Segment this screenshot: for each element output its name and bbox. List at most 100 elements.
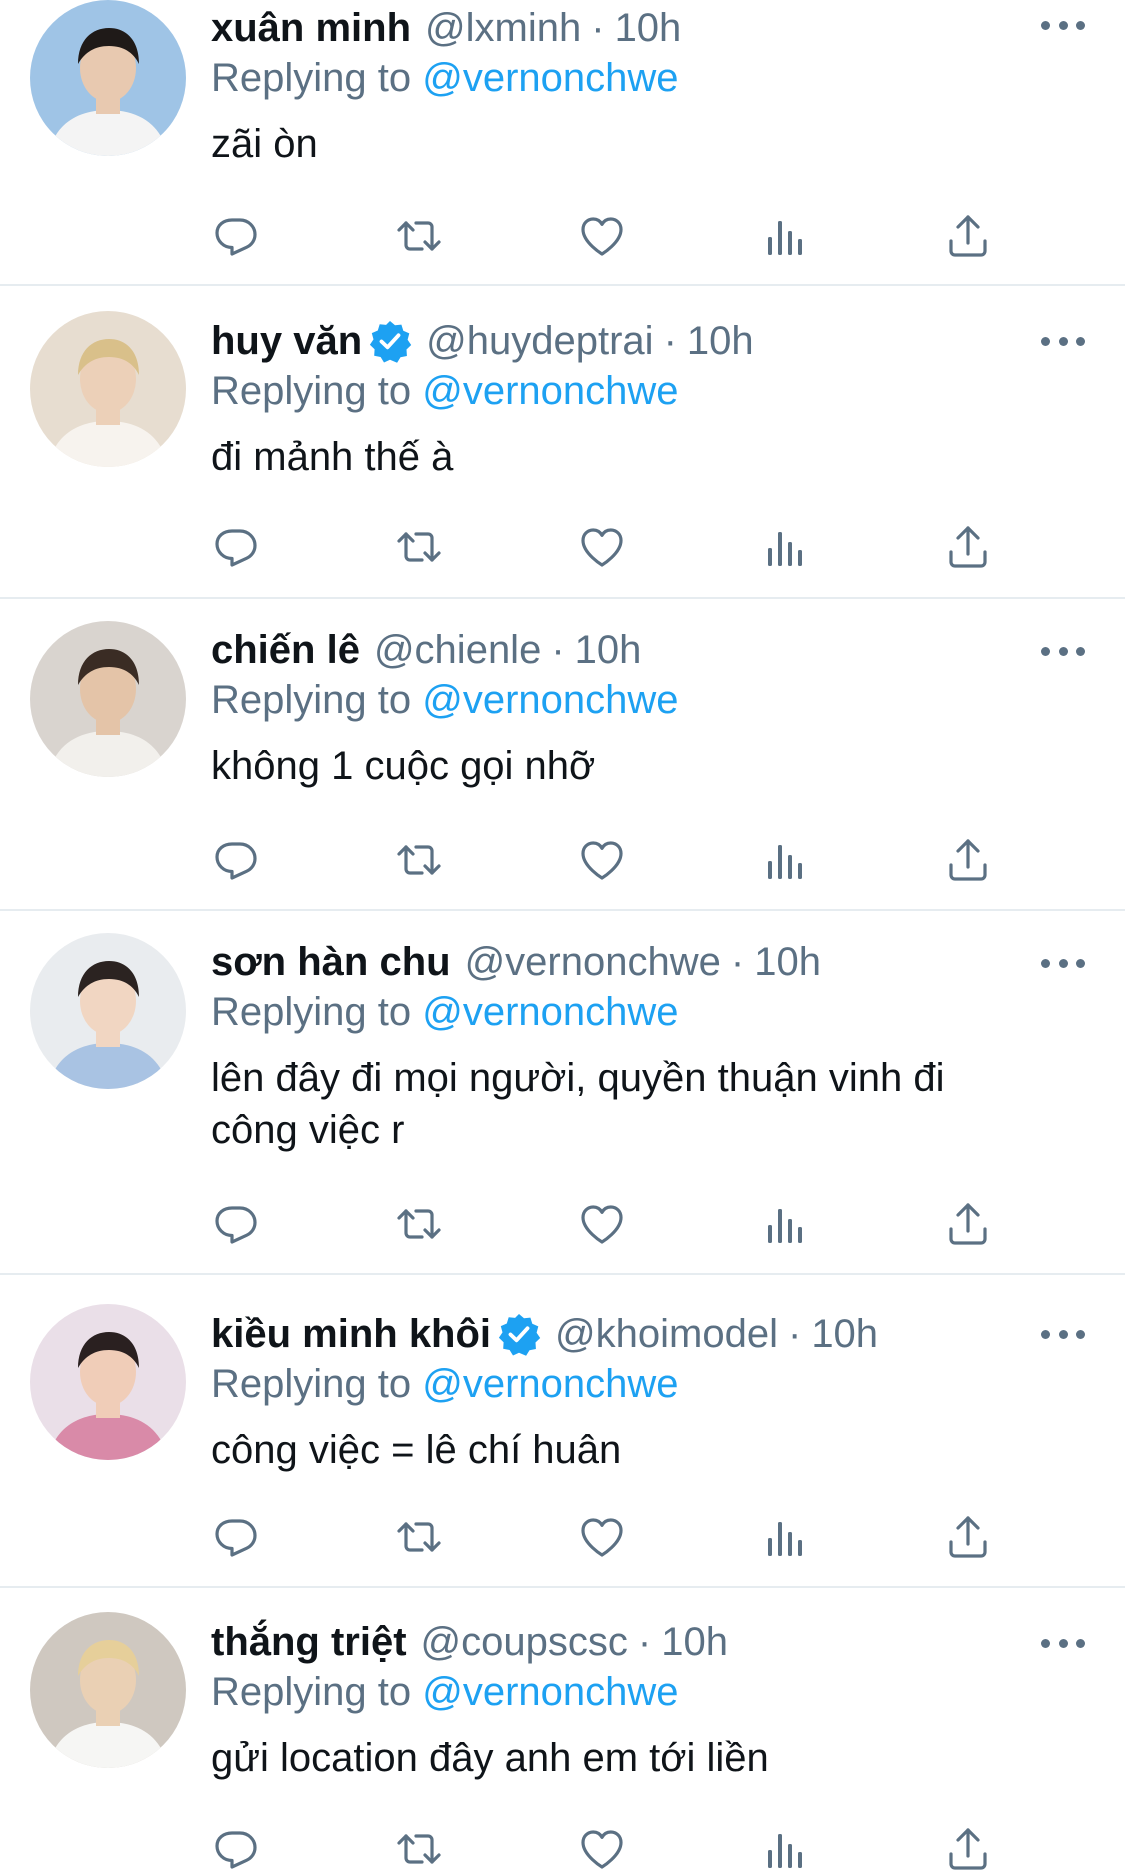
share-icon[interactable] bbox=[943, 835, 993, 885]
tweet-actions bbox=[211, 1199, 1011, 1249]
stats-icon[interactable] bbox=[760, 835, 810, 885]
more-icon[interactable] bbox=[1041, 955, 1085, 971]
tweet-header: huy văn @huydeptrai · 10h bbox=[211, 317, 1085, 365]
user-handle[interactable]: @chienle bbox=[374, 626, 541, 674]
more-icon[interactable] bbox=[1041, 1635, 1085, 1651]
avatar[interactable] bbox=[30, 311, 186, 467]
user-handle[interactable]: @khoimodel bbox=[555, 1310, 778, 1358]
display-name[interactable]: kiều minh khôi bbox=[211, 1310, 491, 1358]
display-name[interactable]: huy văn bbox=[211, 317, 362, 365]
reply-icon[interactable] bbox=[211, 835, 261, 885]
more-icon[interactable] bbox=[1041, 17, 1085, 33]
tweet-header: chiến lê @chienle · 10h bbox=[211, 626, 1085, 674]
user-handle[interactable]: @huydeptrai bbox=[426, 317, 653, 365]
retweet-icon[interactable] bbox=[394, 835, 444, 885]
tweet-body-line: không 1 cuộc gọi nhỡ bbox=[211, 744, 596, 788]
retweet-icon[interactable] bbox=[394, 1824, 444, 1874]
replying-to: Replying to @vernonchwe bbox=[211, 365, 1085, 417]
replying-to-label: Replying to bbox=[211, 369, 412, 413]
share-icon[interactable] bbox=[943, 1199, 993, 1249]
avatar[interactable] bbox=[30, 621, 186, 777]
reply-target-link[interactable]: @vernonchwe bbox=[422, 1362, 678, 1406]
replying-to: Replying to @vernonchwe bbox=[211, 674, 1085, 726]
reply-icon[interactable] bbox=[211, 211, 261, 261]
retweet-icon[interactable] bbox=[394, 1199, 444, 1249]
more-icon[interactable] bbox=[1041, 333, 1085, 349]
avatar[interactable] bbox=[30, 1612, 186, 1768]
like-icon[interactable] bbox=[577, 1199, 627, 1249]
reply-target-link[interactable]: @vernonchwe bbox=[422, 990, 678, 1034]
tweet-body-line: công việc = lê chí huân bbox=[211, 1428, 622, 1472]
retweet-icon[interactable] bbox=[394, 1512, 444, 1562]
reply-icon[interactable] bbox=[211, 1512, 261, 1562]
tweet-reply[interactable]: kiều minh khôi @khoimodel · 10h Replying to … bbox=[0, 1275, 1125, 1588]
tweet-body-line: zãi òn bbox=[211, 122, 318, 166]
more-icon[interactable] bbox=[1041, 643, 1085, 659]
user-handle[interactable]: @vernonchwe bbox=[465, 938, 721, 986]
reply-target-link[interactable]: @vernonchwe bbox=[422, 1670, 678, 1714]
like-icon[interactable] bbox=[577, 1824, 627, 1874]
tweet-header: xuân minh @lxminh · 10h bbox=[211, 4, 1085, 52]
reply-feed: xuân minh @lxminh · 10h Replying to @vernonc… bbox=[0, 0, 1125, 1875]
like-icon[interactable] bbox=[577, 1512, 627, 1562]
stats-icon[interactable] bbox=[760, 522, 810, 572]
tweet-reply[interactable]: thắng triệt @coupscsc · 10h Replying to @ver… bbox=[0, 1588, 1125, 1875]
separator-dot: · bbox=[787, 1312, 802, 1356]
avatar[interactable] bbox=[30, 933, 186, 1089]
reply-icon[interactable] bbox=[211, 522, 261, 572]
retweet-icon[interactable] bbox=[394, 211, 444, 261]
share-icon[interactable] bbox=[943, 522, 993, 572]
replying-to: Replying to @vernonchwe bbox=[211, 986, 1085, 1038]
display-name[interactable]: thắng triệt bbox=[211, 1618, 407, 1666]
tweet-actions bbox=[211, 522, 1011, 572]
separator-dot: · bbox=[591, 6, 605, 50]
tweet-header: thắng triệt @coupscsc · 10h bbox=[211, 1618, 1085, 1666]
stats-icon[interactable] bbox=[760, 1512, 810, 1562]
timestamp[interactable]: 10h bbox=[615, 4, 682, 52]
timestamp[interactable]: 10h bbox=[754, 938, 821, 986]
avatar[interactable] bbox=[30, 0, 186, 156]
separator-dot: · bbox=[551, 628, 565, 672]
user-handle[interactable]: @lxminh bbox=[425, 4, 581, 52]
display-name[interactable]: xuân minh bbox=[211, 4, 411, 52]
more-icon[interactable] bbox=[1041, 1326, 1085, 1342]
tweet-actions bbox=[211, 1512, 1011, 1562]
replying-to-label: Replying to bbox=[211, 678, 412, 722]
avatar[interactable] bbox=[30, 1304, 186, 1460]
stats-icon[interactable] bbox=[760, 1199, 810, 1249]
reply-icon[interactable] bbox=[211, 1824, 261, 1874]
tweet-actions bbox=[211, 1824, 1011, 1874]
like-icon[interactable] bbox=[577, 211, 627, 261]
tweet-reply[interactable]: chiến lê @chienle · 10h Replying to @vernonc… bbox=[0, 599, 1125, 911]
share-icon[interactable] bbox=[943, 1824, 993, 1874]
reply-target-link[interactable]: @vernonchwe bbox=[422, 369, 678, 413]
user-handle[interactable]: @coupscsc bbox=[421, 1618, 628, 1666]
tweet-reply[interactable]: sơn hàn chu @vernonchwe · 10h Replying to @v… bbox=[0, 911, 1125, 1275]
like-icon[interactable] bbox=[577, 522, 627, 572]
replying-to: Replying to @vernonchwe bbox=[211, 1358, 1085, 1410]
tweet-body: đi mảnh thế à bbox=[211, 431, 1085, 483]
display-name[interactable]: chiến lê bbox=[211, 626, 360, 674]
tweet-header: sơn hàn chu @vernonchwe · 10h bbox=[211, 938, 1085, 986]
tweet-body-line: lên đây đi mọi người, quyền thuận vinh đ… bbox=[211, 1056, 945, 1100]
reply-target-link[interactable]: @vernonchwe bbox=[422, 678, 678, 722]
timestamp[interactable]: 10h bbox=[811, 1310, 878, 1358]
share-icon[interactable] bbox=[943, 1512, 993, 1562]
reply-icon[interactable] bbox=[211, 1199, 261, 1249]
replying-to-label: Replying to bbox=[211, 1362, 412, 1406]
tweet-reply[interactable]: huy văn @huydeptrai · 10h Replying to @verno… bbox=[0, 286, 1125, 599]
retweet-icon[interactable] bbox=[394, 522, 444, 572]
stats-icon[interactable] bbox=[760, 1824, 810, 1874]
display-name[interactable]: sơn hàn chu bbox=[211, 938, 451, 986]
stats-icon[interactable] bbox=[760, 211, 810, 261]
tweet-reply[interactable]: xuân minh @lxminh · 10h Replying to @vernonc… bbox=[0, 0, 1125, 286]
timestamp[interactable]: 10h bbox=[575, 626, 642, 674]
timestamp[interactable]: 10h bbox=[661, 1618, 728, 1666]
timestamp[interactable]: 10h bbox=[687, 317, 754, 365]
reply-target-link[interactable]: @vernonchwe bbox=[422, 56, 678, 100]
replying-to: Replying to @vernonchwe bbox=[211, 52, 1085, 104]
separator-dot: · bbox=[663, 319, 677, 363]
share-icon[interactable] bbox=[943, 211, 993, 261]
tweet-actions bbox=[211, 211, 1011, 261]
like-icon[interactable] bbox=[577, 835, 627, 885]
